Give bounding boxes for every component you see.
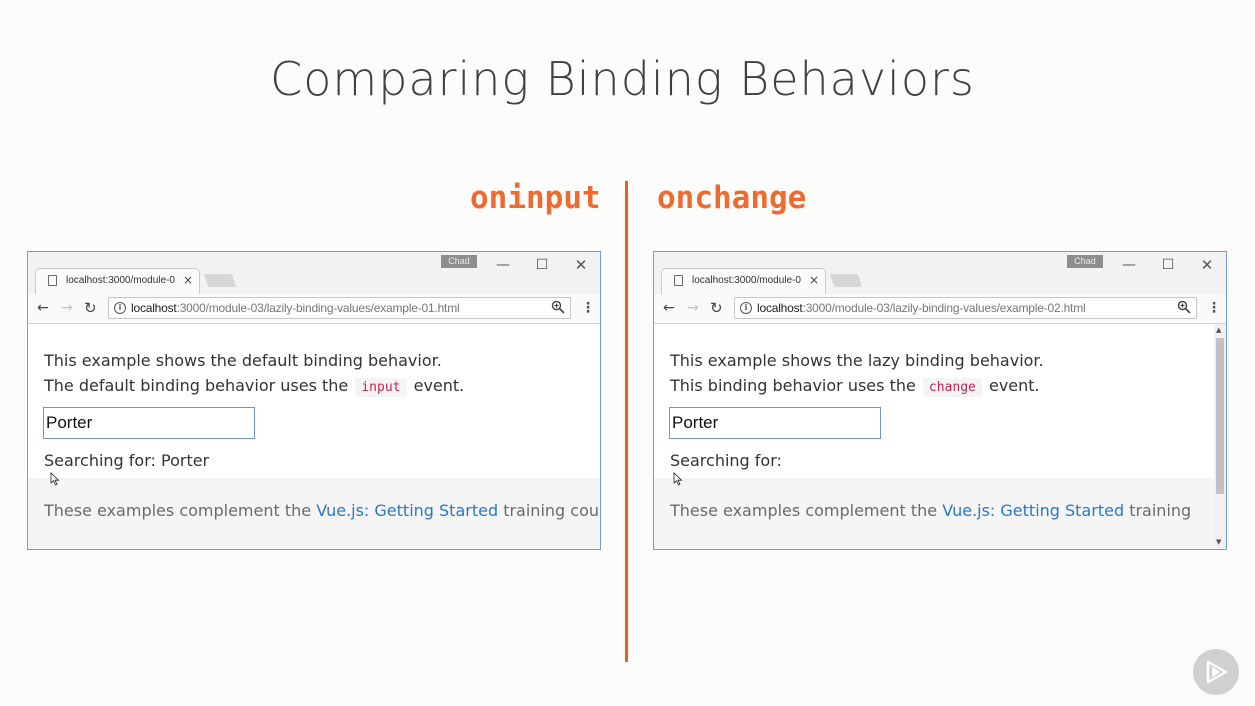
code-snippet: input	[355, 378, 407, 397]
url-text: localhost:3000/module-03/lazily-binding-…	[131, 301, 460, 315]
tab-title: localhost:3000/module-0	[66, 275, 175, 286]
title-bar[interactable]: Chad — ☐ ✕ localhost:3000/module-0 ×	[654, 252, 1226, 294]
page-content: This example shows the lazy binding beha…	[654, 324, 1226, 548]
course-link[interactable]: Vue.js: Getting Started	[316, 501, 498, 520]
tab-close-icon[interactable]: ×	[809, 273, 819, 287]
reload-icon[interactable]: ↻	[710, 299, 723, 317]
column-divider	[625, 181, 628, 662]
page-footer: These examples complement the Vue.js: Ge…	[654, 478, 1226, 548]
url-text: localhost:3000/module-03/lazily-binding-…	[757, 301, 1086, 315]
description-line-2: The default binding behavior uses the in…	[44, 376, 465, 397]
browser-window-right: Chad — ☐ ✕ localhost:3000/module-0 × ← →…	[653, 251, 1227, 550]
info-icon[interactable]: i	[114, 302, 126, 314]
user-badge[interactable]: Chad	[441, 255, 477, 268]
maximize-button[interactable]: ☐	[527, 255, 557, 275]
menu-icon[interactable]: ⋮	[1207, 299, 1221, 317]
page-content: This example shows the default binding b…	[28, 324, 600, 548]
arrow-left-icon[interactable]: ←	[37, 299, 49, 317]
reload-icon[interactable]: ↻	[84, 299, 97, 317]
course-link[interactable]: Vue.js: Getting Started	[942, 501, 1124, 520]
maximize-button[interactable]: ☐	[1153, 255, 1183, 275]
footer-text: These examples complement the Vue.js: Ge…	[670, 501, 1192, 520]
browser-tab[interactable]: localhost:3000/module-0 ×	[35, 268, 200, 294]
arrow-left-icon[interactable]: ←	[663, 299, 675, 317]
play-button[interactable]	[1193, 649, 1239, 695]
close-button[interactable]: ✕	[1192, 255, 1222, 275]
zoom-icon[interactable]	[551, 300, 565, 318]
tab-close-icon[interactable]: ×	[183, 273, 193, 287]
browser-toolbar: ← → ↻ i localhost:3000/module-03/lazily-…	[28, 294, 600, 324]
searching-text: Searching for:	[670, 451, 782, 470]
slide-title: Comparing Binding Behaviors	[270, 52, 975, 106]
title-bar[interactable]: Chad — ☐ ✕ localhost:3000/module-0 ×	[28, 252, 600, 294]
address-bar[interactable]: i localhost:3000/module-03/lazily-bindin…	[108, 297, 571, 319]
page-footer: These examples complement the Vue.js: Ge…	[28, 478, 600, 548]
description-line-2: This binding behavior uses the change ev…	[670, 376, 1040, 397]
address-bar[interactable]: i localhost:3000/module-03/lazily-bindin…	[734, 297, 1197, 319]
footer-text: These examples complement the Vue.js: Ge…	[44, 501, 600, 520]
arrow-right-icon[interactable]: →	[687, 299, 699, 317]
user-badge[interactable]: Chad	[1067, 255, 1103, 268]
new-tab-button[interactable]	[829, 274, 863, 287]
vertical-scrollbar[interactable]: ▲ ▼	[1214, 324, 1226, 548]
search-input[interactable]	[669, 407, 881, 439]
browser-tab[interactable]: localhost:3000/module-0 ×	[661, 268, 826, 294]
browser-toolbar: ← → ↻ i localhost:3000/module-03/lazily-…	[654, 294, 1226, 324]
code-snippet: change	[922, 378, 982, 397]
onchange-label: onchange	[657, 180, 807, 216]
new-tab-button[interactable]	[203, 274, 237, 287]
tab-title: localhost:3000/module-0	[692, 275, 801, 286]
mouse-cursor-icon	[673, 472, 683, 486]
search-input[interactable]	[43, 407, 255, 439]
play-icon	[1206, 660, 1228, 684]
description-line-1: This example shows the default binding b…	[44, 351, 442, 370]
page-icon	[674, 275, 683, 286]
zoom-icon[interactable]	[1177, 300, 1191, 318]
browser-window-left: Chad — ☐ ✕ localhost:3000/module-0 × ← →…	[27, 251, 601, 550]
minimize-button[interactable]: —	[488, 255, 518, 275]
minimize-button[interactable]: —	[1114, 255, 1144, 275]
mouse-cursor-icon	[50, 472, 60, 486]
close-button[interactable]: ✕	[566, 255, 596, 275]
scroll-up-icon[interactable]: ▲	[1216, 326, 1221, 334]
oninput-label: oninput	[470, 180, 601, 216]
arrow-right-icon[interactable]: →	[61, 299, 73, 317]
scroll-thumb[interactable]	[1216, 338, 1224, 494]
menu-icon[interactable]: ⋮	[581, 299, 595, 317]
searching-text: Searching for: Porter	[44, 451, 210, 470]
description-line-1: This example shows the lazy binding beha…	[670, 351, 1044, 370]
page-icon	[48, 275, 57, 286]
scroll-down-icon[interactable]: ▼	[1216, 538, 1221, 546]
info-icon[interactable]: i	[740, 302, 752, 314]
